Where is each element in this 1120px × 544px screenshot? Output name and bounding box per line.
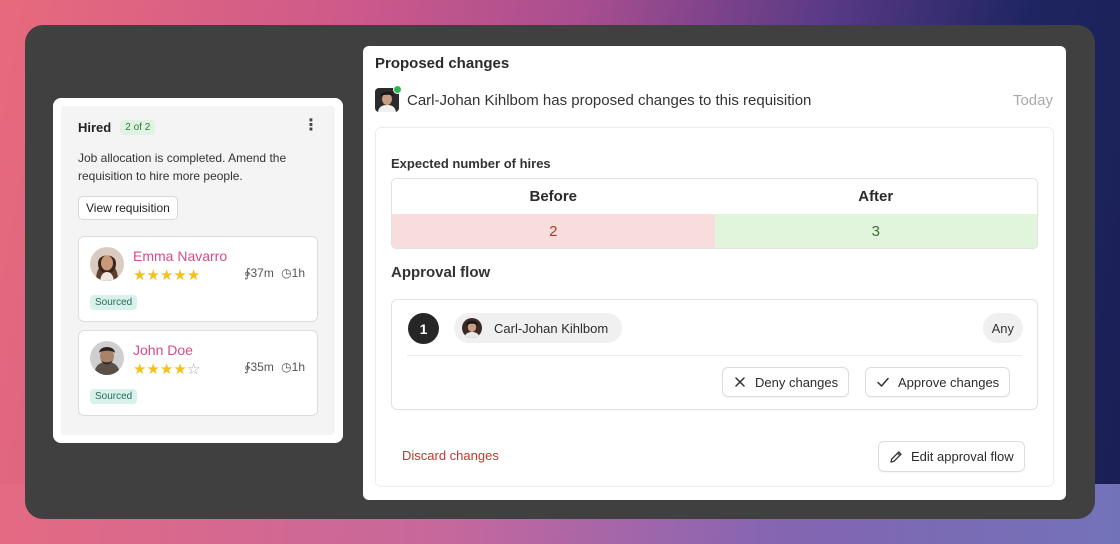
approval-flow-box: 1 Carl-Johan Kihlbom Any Deny changes Ap… — [391, 299, 1038, 410]
candidate-name[interactable]: Emma Navarro — [133, 248, 227, 264]
hired-header: Hired 2 of 2 — [78, 120, 318, 135]
star-filled-icon: ★ — [133, 267, 147, 284]
table-header-row: Before After — [392, 179, 1037, 214]
candidate-time: 1h — [291, 266, 305, 280]
hired-card-inner: Hired 2 of 2 ⋮ Job allocation is complet… — [61, 106, 335, 435]
after-header: After — [858, 188, 894, 205]
star-filled-icon: ★ — [173, 361, 187, 378]
approver-name: Carl-Johan Kihlbom — [494, 320, 609, 336]
divider — [407, 355, 1022, 356]
hired-title: Hired — [78, 120, 112, 135]
deny-changes-button[interactable]: Deny changes — [722, 367, 850, 397]
edit-approval-flow-label: Edit approval flow — [911, 449, 1014, 464]
star-filled-icon: ★ — [159, 267, 174, 284]
pencil-icon — [889, 450, 903, 464]
discard-changes-link[interactable]: Discard changes — [402, 448, 499, 463]
table-row: 2 3 — [392, 214, 1037, 248]
star-filled-icon: ★ — [133, 361, 147, 378]
star-rating: ★★★★★ — [133, 266, 200, 284]
clock-icon: ◷ — [281, 266, 292, 280]
hires-comparison-table: Before After 2 3 — [391, 178, 1038, 249]
star-filled-icon: ★ — [173, 267, 187, 284]
step-number: 1 — [408, 313, 439, 344]
online-status-icon — [393, 85, 402, 94]
star-filled-icon: ★ — [159, 361, 174, 378]
sourced-tag: Sourced — [90, 389, 138, 404]
close-icon — [733, 375, 747, 389]
check-icon — [876, 375, 890, 389]
candidate-meta: ∲35m ◷1h — [240, 360, 305, 374]
candidate-avatar — [90, 247, 124, 281]
candidate-card[interactable]: Emma Navarro ★★★★★ ∲37m ◷1h Sourced — [78, 236, 318, 322]
candidate-avatar — [90, 341, 124, 375]
proposal-date: Today — [1012, 91, 1053, 109]
hires-label: Expected number of hires — [391, 156, 551, 171]
panel-title: Proposed changes — [375, 55, 510, 72]
star-filled-icon: ★ — [146, 267, 160, 284]
deny-changes-label: Deny changes — [755, 374, 839, 390]
hired-description: Job allocation is completed. Amend the r… — [78, 151, 287, 183]
proposed-changes-panel: Proposed changes Carl-Johan Kihlbom has … — [363, 46, 1066, 500]
star-filled-icon: ★ — [146, 361, 160, 378]
approve-changes-label: Approve changes — [898, 374, 1000, 390]
author-message: Carl-Johan Kihlbom has proposed changes … — [407, 91, 812, 109]
hired-card: Hired 2 of 2 ⋮ Job allocation is complet… — [53, 98, 343, 443]
edit-approval-flow-button[interactable]: Edit approval flow — [878, 441, 1025, 472]
star-rating: ★★★★☆ — [133, 360, 200, 378]
approval-scope-chip: Any — [982, 313, 1023, 343]
candidate-name[interactable]: John Doe — [133, 342, 193, 358]
candidate-time: 1h — [291, 360, 305, 374]
proposal-author-row: Carl-Johan Kihlbom has proposed changes … — [375, 85, 1053, 112]
candidate-duration: 37m — [250, 266, 274, 280]
approve-changes-button[interactable]: Approve changes — [865, 367, 1011, 397]
star-filled-icon: ★ — [186, 267, 201, 284]
candidate-card[interactable]: John Doe ★★★★☆ ∲35m ◷1h Sourced — [78, 330, 318, 416]
before-value: 2 — [392, 214, 715, 248]
before-header: Before — [529, 188, 577, 205]
candidate-meta: ∲37m ◷1h — [240, 266, 305, 280]
after-value: 3 — [714, 214, 1037, 248]
sourced-tag: Sourced — [90, 295, 138, 310]
hired-count-badge: 2 of 2 — [120, 120, 156, 135]
changes-card: Expected number of hires Before After 2 … — [375, 127, 1054, 487]
star-empty-icon: ☆ — [186, 361, 201, 378]
approval-flow-label: Approval flow — [391, 264, 491, 281]
candidate-duration: 35m — [250, 360, 274, 374]
approver-avatar — [462, 318, 482, 338]
clock-icon: ◷ — [281, 360, 292, 374]
view-requisition-button[interactable]: View requisition — [78, 196, 178, 220]
approver-chip: Carl-Johan Kihlbom — [454, 313, 623, 343]
more-options-icon[interactable]: ⋮ — [303, 118, 319, 134]
